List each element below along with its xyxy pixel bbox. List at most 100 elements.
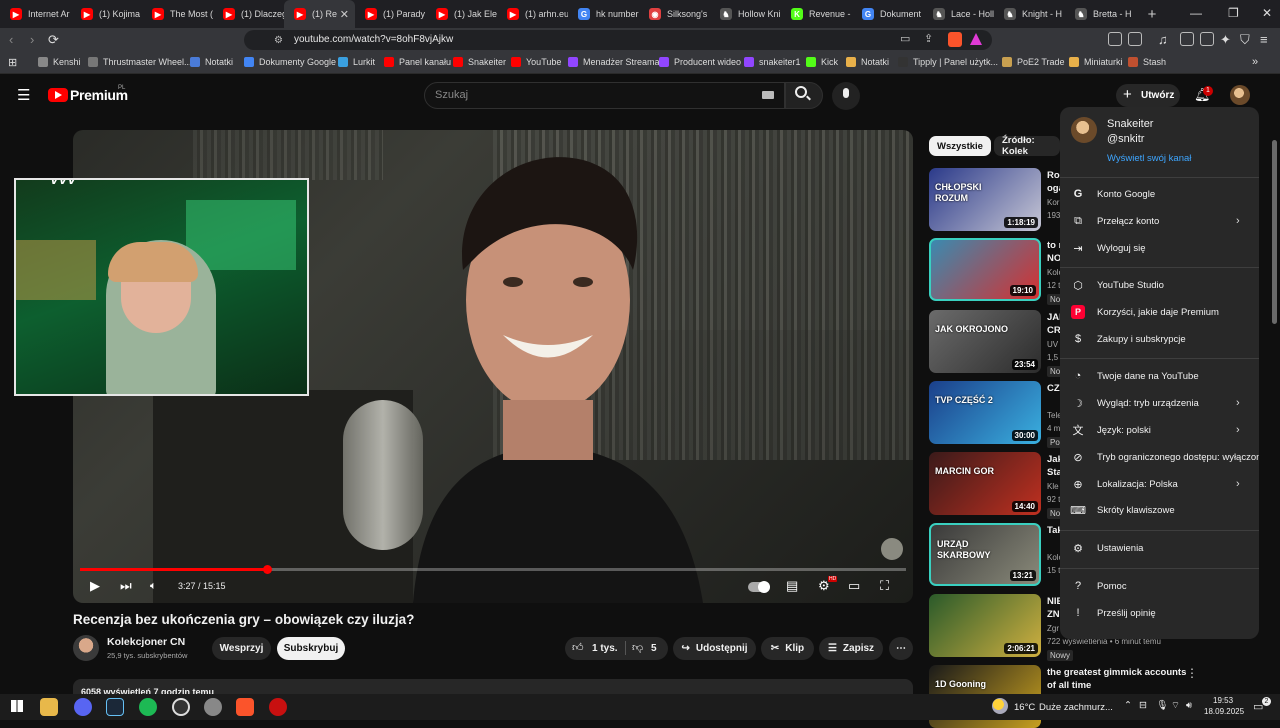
bookmark-item[interactable]: Dokumenty Google	[244, 57, 336, 67]
browser-tab[interactable]: ♞ Lace - Holl	[923, 0, 994, 28]
sidebar-icon[interactable]	[1180, 32, 1194, 46]
clip-button[interactable]: ✂ Klip	[761, 637, 814, 660]
wifi-tray-icon[interactable]: ⌔	[1171, 700, 1180, 711]
new-tab-icon[interactable]: +	[1142, 6, 1162, 23]
share-button[interactable]: ↪ Udostępnij	[673, 637, 756, 660]
screenshot-icon[interactable]	[1128, 32, 1142, 46]
menu-item[interactable]: ? Pomoc	[1060, 573, 1259, 599]
menu-item[interactable]: ⬡ YouTube Studio	[1060, 272, 1259, 298]
bookmark-item[interactable]: Snakeiter	[453, 57, 506, 67]
weather-icon[interactable]	[992, 698, 1008, 714]
bookmark-item[interactable]: snakeiter1	[744, 57, 801, 67]
bookmark-item[interactable]: Lurkit	[338, 57, 375, 67]
more-actions-button[interactable]: ⋯	[889, 637, 913, 660]
progress-scrubber[interactable]	[262, 565, 272, 574]
site-info-icon[interactable]: ⚙︎	[274, 35, 283, 46]
fullscreen-icon[interactable]: ⛶	[880, 578, 889, 594]
browser-tab[interactable]: ▶ (1) Re ✕	[284, 0, 355, 28]
recommendation-thumbnail[interactable]: 2:06:21	[929, 594, 1041, 657]
weather-description[interactable]: Duże zachmurz...	[1039, 702, 1113, 713]
hamburger-menu-icon[interactable]: ☰	[17, 86, 30, 104]
browser-tab[interactable]: ▶ (1) Jak Ele	[426, 0, 497, 28]
bookmark-item[interactable]: Menadżer Streama	[568, 57, 660, 67]
browser-tab[interactable]: Ghk number	[568, 0, 639, 28]
channel-name[interactable]: Kolekcjoner CN	[107, 636, 185, 648]
minimize-icon[interactable]: —	[1190, 6, 1202, 20]
brave-rewards-icon[interactable]	[970, 33, 982, 45]
save-button[interactable]: ☰ Zapisz	[819, 637, 883, 660]
menu-item[interactable]: 文 Język: polski ›	[1060, 417, 1259, 443]
dislike-count[interactable]: 5	[651, 643, 657, 654]
close-tab-icon[interactable]: ✕	[340, 8, 349, 21]
menu-item[interactable]: ☽ Wygląd: tryb urządzenia ›	[1060, 390, 1259, 416]
theater-mode-icon[interactable]: ▭	[848, 578, 860, 594]
browser-tab[interactable]: ▶ The Most (	[142, 0, 213, 28]
volume-icon[interactable]: 🔈︎	[150, 580, 157, 593]
recommendation-thumbnail[interactable]: MARCIN GOR 14:40	[929, 452, 1041, 515]
bookmark-item[interactable]: Panel kanału	[384, 57, 451, 67]
channel-watermark[interactable]	[881, 538, 903, 560]
cast-icon[interactable]: ▭	[900, 32, 910, 45]
recording-app-icon[interactable]	[269, 698, 287, 716]
browser-tab[interactable]: ▶ (1) Dlaczeg	[213, 0, 284, 28]
bookmark-item[interactable]: Miniaturki	[1069, 57, 1123, 67]
back-icon[interactable]: ‹	[9, 32, 13, 47]
recommendation-thumbnail[interactable]: TVP CZĘŚĆ 2 30:00	[929, 381, 1041, 444]
media-icon[interactable]: ♫	[1158, 32, 1168, 47]
bookmark-item[interactable]: Stash	[1128, 57, 1166, 67]
obs-icon[interactable]	[172, 698, 190, 716]
recommendation-title[interactable]: CZ	[1047, 383, 1060, 394]
bookmark-item[interactable]: YouTube	[511, 57, 561, 67]
menu-item[interactable]: ⌨ Skróty klawiszowe	[1060, 497, 1259, 523]
tray-overflow-icon[interactable]: ⌃	[1124, 700, 1132, 711]
browser-tab[interactable]: ♞ Hollow Kni	[710, 0, 781, 28]
recommendation-title[interactable]: of all time	[1047, 680, 1091, 691]
security-icon[interactable]	[204, 698, 222, 716]
recommendation-thumbnail[interactable]: JAK OKROJONO 23:54	[929, 310, 1041, 373]
mic-tray-icon[interactable]: 🎙︎	[1156, 700, 1168, 711]
menu-item[interactable]: G Konto Google	[1060, 181, 1259, 207]
bookmark-item[interactable]: Kenshi	[38, 57, 81, 67]
play-icon[interactable]: ▶	[90, 578, 100, 594]
brave-browser-icon[interactable]	[236, 698, 254, 716]
menu-item[interactable]: ⊕ Lokalizacja: Polska ›	[1060, 471, 1259, 497]
browser-tab[interactable]: ▶ (1) arhn.eu	[497, 0, 568, 28]
browser-tab[interactable]: K Revenue -	[781, 0, 852, 28]
discord-icon[interactable]	[74, 698, 92, 716]
channel-avatar[interactable]	[73, 635, 99, 661]
network-tray-icon[interactable]: ⊟	[1139, 700, 1147, 711]
menu-item[interactable]: P Korzyści, jakie daje Premium	[1060, 299, 1259, 325]
like-count[interactable]: 1 tys.	[592, 643, 618, 654]
menu-item[interactable]: ⚙ Ustawienia	[1060, 535, 1259, 561]
leo-ai-icon[interactable]: ✦	[1220, 32, 1231, 48]
bookmark-item[interactable]: Producent wideo	[659, 57, 741, 67]
restore-icon[interactable]: ❐	[1228, 6, 1239, 20]
menu-item[interactable]: ⊘ Tryb ograniczonego dostępu: wyłączony	[1060, 444, 1259, 470]
clock-time[interactable]: 19:53	[1213, 696, 1233, 705]
close-window-icon[interactable]: ✕	[1262, 6, 1272, 20]
browser-tab[interactable]: ▶ Internet Ar	[0, 0, 71, 28]
view-channel-link[interactable]: Wyświetl swój kanał	[1107, 153, 1191, 164]
clock-date[interactable]: 18.09.2025	[1204, 707, 1244, 716]
subtitles-icon[interactable]: ▤	[786, 578, 798, 594]
like-icon[interactable]: 👍︎	[572, 641, 584, 654]
browser-tab[interactable]: ♞ Bretta - H	[1065, 0, 1136, 28]
speaker-tray-icon[interactable]: 🔊︎	[1186, 700, 1192, 711]
weather-temp[interactable]: 16°C	[1014, 702, 1035, 713]
filter-chip[interactable]: Wszystkie	[929, 136, 991, 156]
subscribe-button[interactable]: Subskrybuj	[277, 637, 345, 660]
menu-item[interactable]: ⇥ Wyloguj się	[1060, 235, 1259, 261]
autoplay-toggle[interactable]	[748, 581, 770, 593]
next-video-icon[interactable]: ⏭︎	[120, 578, 132, 594]
browser-tab[interactable]: ◉ Silksong's	[639, 0, 710, 28]
share-page-icon[interactable]: ⇪	[924, 32, 933, 45]
bookmark-item[interactable]: Tipply | Panel użytk...	[898, 57, 998, 67]
bookmark-item[interactable]: Thrustmaster Wheel...	[88, 57, 192, 67]
recommendation-title[interactable]: the greatest gimmick accounts	[1047, 667, 1186, 678]
browser-tab[interactable]: ▶ (1) Kojima	[71, 0, 142, 28]
url-text[interactable]: youtube.com/watch?v=8ohF8vjAjkw	[294, 34, 453, 45]
browser-tab[interactable]: G Dokument	[852, 0, 923, 28]
recommendation-title[interactable]: ZN	[1047, 609, 1060, 620]
menu-item[interactable]: ◔ Twoje dane na YouTube	[1060, 363, 1259, 389]
menu-item[interactable]: ! Prześlij opinię	[1060, 600, 1259, 626]
